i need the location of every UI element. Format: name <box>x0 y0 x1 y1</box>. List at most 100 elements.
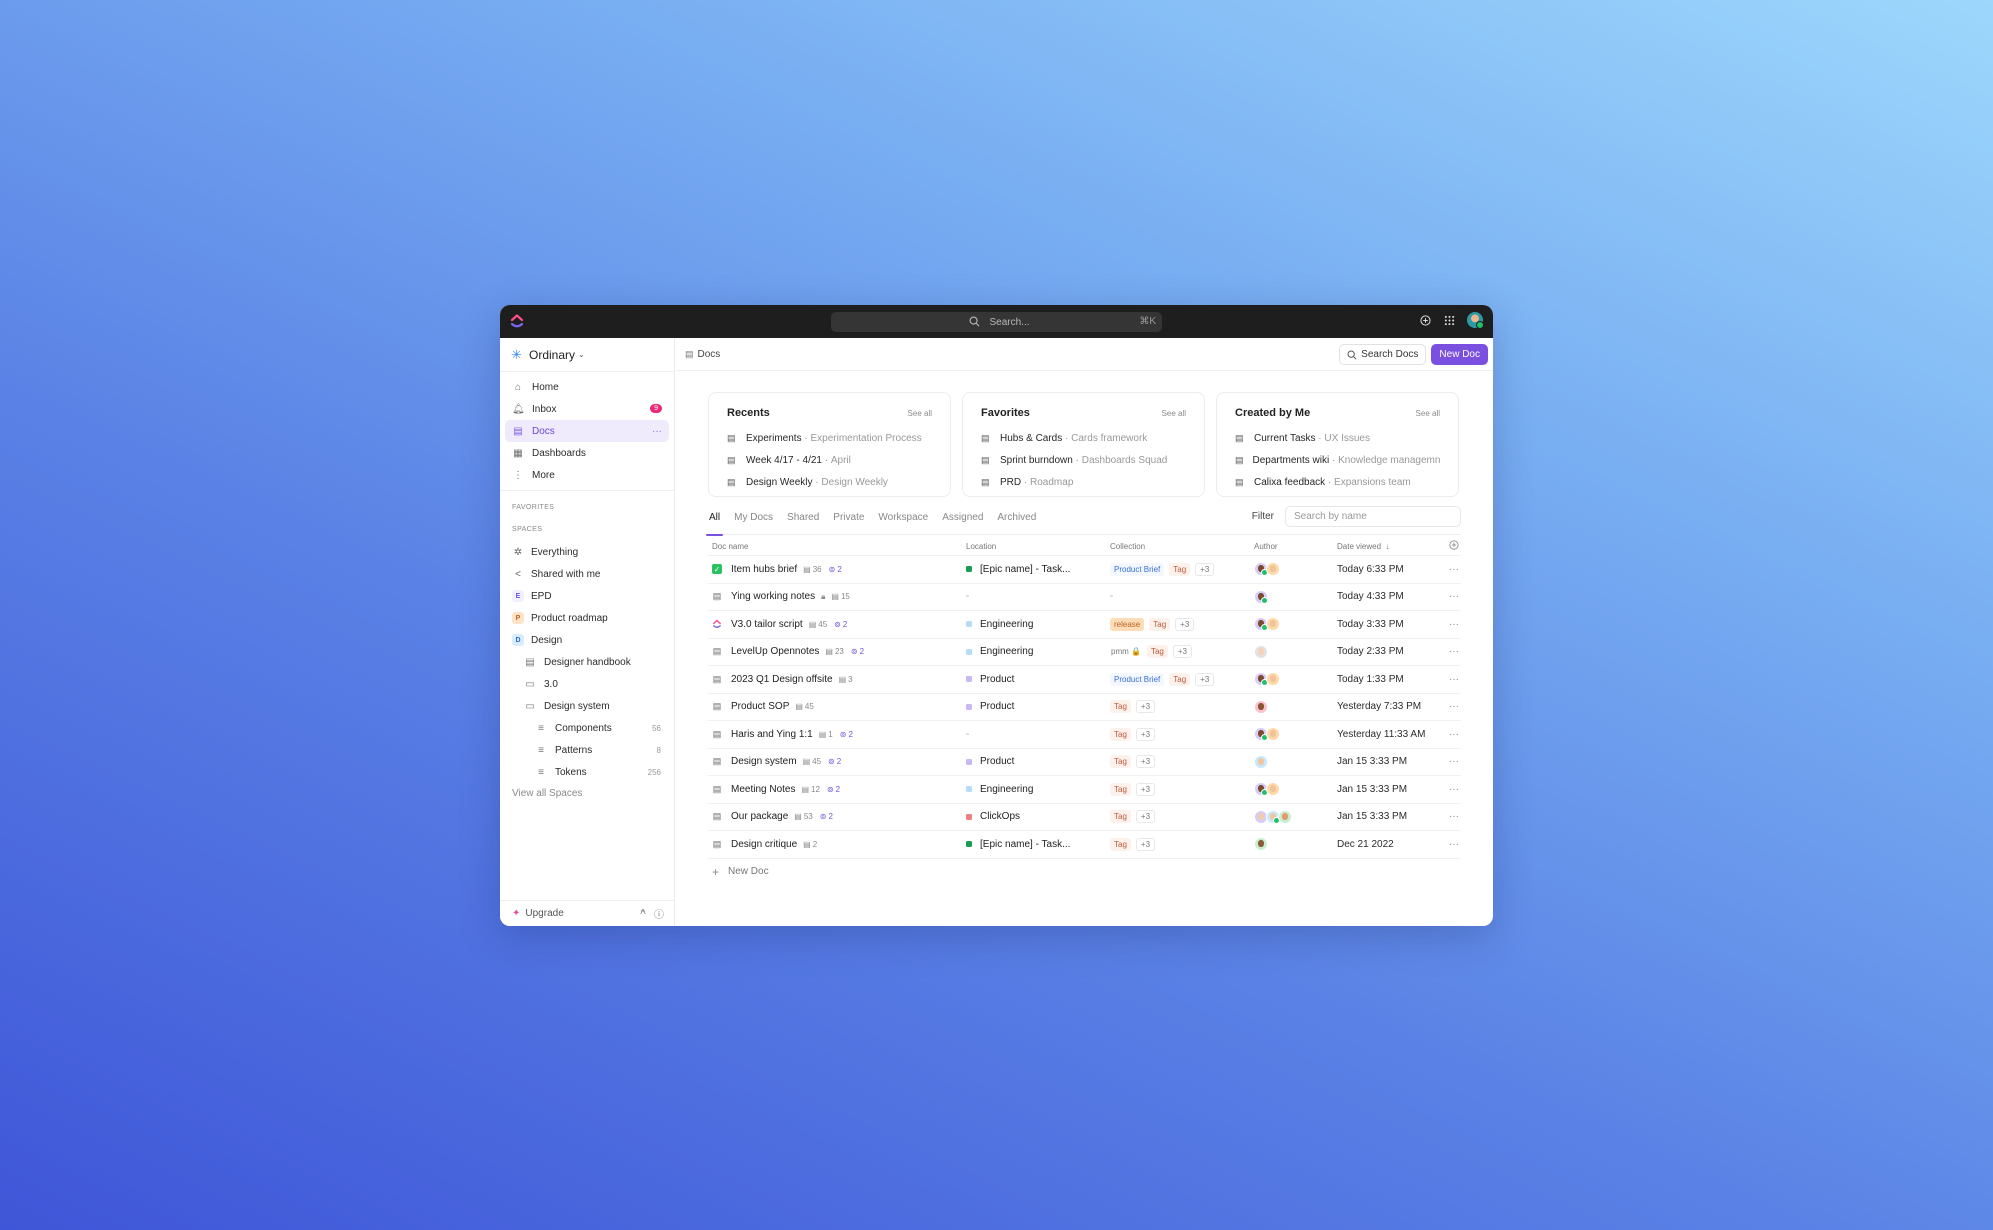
author-avatars[interactable] <box>1254 727 1280 742</box>
breadcrumb[interactable]: Docs <box>698 349 721 360</box>
tab-shared[interactable]: Shared <box>786 511 820 535</box>
favorites-section-label[interactable]: FAVORITES <box>500 497 674 519</box>
table-row[interactable]: ▤ Our package ▤ 53 ⊚ 2 ClickOps Tag +3 Jan 15 3:3… <box>708 804 1461 831</box>
new-doc-button[interactable]: New Doc <box>1431 344 1488 365</box>
tree-item-patterns[interactable]: ≡ Patterns 8 <box>500 739 674 761</box>
spaces-section-label[interactable]: SPACES <box>500 519 674 541</box>
apps-grid-icon[interactable] <box>1443 314 1455 326</box>
sidebar-item-docs[interactable]: ▤ Docs ··· <box>505 420 669 442</box>
card-doc-item[interactable]: ▤ Calixa feedback · Expansions team <box>1235 471 1440 493</box>
collection-chip[interactable]: Tag <box>1169 672 1191 686</box>
collection-chip[interactable]: +3 <box>1135 727 1156 741</box>
collection-chip[interactable]: Tag <box>1110 727 1131 741</box>
doc-location[interactable]: Engineering <box>980 646 1033 657</box>
column-location[interactable]: Location <box>966 542 996 551</box>
row-more-icon[interactable]: ··· <box>1449 564 1459 575</box>
doc-name[interactable]: Item hubs brief <box>731 564 797 575</box>
row-more-icon[interactable]: ··· <box>1449 811 1459 822</box>
column-date-viewed[interactable]: Date viewed ↓ <box>1337 542 1389 551</box>
collection-chip[interactable]: Product Brief <box>1110 562 1165 576</box>
doc-location[interactable]: [Epic name] - Task... <box>980 564 1070 575</box>
filter-button[interactable]: Filter <box>1252 511 1274 522</box>
collection-chip[interactable]: Tag <box>1146 645 1168 659</box>
column-author[interactable]: Author <box>1254 542 1278 551</box>
collection-chip[interactable]: Product Brief <box>1110 672 1165 686</box>
workspace-switcher[interactable]: ✳ Ordinary ⌄ <box>500 338 674 372</box>
tab-private[interactable]: Private <box>832 511 865 535</box>
card-doc-item[interactable]: ▤ Current Tasks · UX Issues <box>1235 427 1440 449</box>
tab-assigned[interactable]: Assigned <box>941 511 984 535</box>
row-more-icon[interactable]: ··· <box>1449 729 1459 740</box>
tree-item-components[interactable]: ≡ Components 56 <box>500 717 674 739</box>
card-doc-item[interactable]: ▤ Sprint burndown · Dashboards Squad <box>981 449 1186 471</box>
add-circle-icon[interactable] <box>1419 314 1431 326</box>
doc-name[interactable]: Our package <box>731 811 788 822</box>
doc-location[interactable]: Product <box>980 756 1014 767</box>
doc-name[interactable]: V3.0 tailor script <box>731 619 803 630</box>
card-doc-item[interactable]: ▤ PRD · Roadmap <box>981 471 1186 493</box>
clickup-logo-icon[interactable] <box>510 313 524 329</box>
collection-chip[interactable]: Tag <box>1110 810 1131 824</box>
card-doc-item[interactable]: ▤ Hubs & Cards · Cards framework <box>981 427 1186 449</box>
author-avatars[interactable] <box>1254 644 1268 659</box>
collection-chip[interactable]: +3 <box>1195 672 1215 686</box>
row-more-icon[interactable]: ··· <box>1449 619 1459 630</box>
sidebar-item-home[interactable]: ⌂ Home <box>505 376 669 398</box>
tab-workspace[interactable]: Workspace <box>877 511 929 535</box>
column-collection[interactable]: Collection <box>1110 542 1145 551</box>
tree-item-3-0[interactable]: ▭ 3.0 <box>500 673 674 695</box>
see-all-link[interactable]: See all <box>908 409 932 418</box>
table-row[interactable]: V3.0 tailor script ▤ 45 ⊚ 2 Engineering releas… <box>708 611 1461 639</box>
space-product-roadmap[interactable]: P Product roadmap <box>500 607 674 629</box>
see-all-link[interactable]: See all <box>1416 409 1440 418</box>
collection-chip[interactable]: Tag <box>1169 562 1191 576</box>
collection-chip[interactable]: +3 <box>1135 755 1156 769</box>
doc-name[interactable]: Product SOP <box>731 701 789 712</box>
table-row[interactable]: ▤ LevelUp Opennotes ▤ 23 ⊚ 2 Engineering pmm 🔒 T… <box>708 639 1461 666</box>
sidebar-item-dashboards[interactable]: ▦ Dashboards <box>505 442 669 464</box>
add-new-doc-row[interactable]: + New Doc <box>708 859 1461 885</box>
upgrade-button[interactable]: Upgrade <box>525 908 563 919</box>
space-shared-with-me[interactable]: < Shared with me <box>500 563 674 585</box>
sidebar-item-more[interactable]: ⋮ More <box>505 464 669 486</box>
collection-chip[interactable]: +3 <box>1135 782 1156 796</box>
doc-location[interactable]: [Epic name] - Task... <box>980 839 1070 850</box>
doc-location[interactable]: Product <box>980 674 1014 685</box>
space-epd[interactable]: E EPD <box>500 585 674 607</box>
card-doc-item[interactable]: ▤ Departments wiki · Knowledge managemnt <box>1235 449 1440 471</box>
collection-chip[interactable]: +3 <box>1135 837 1156 851</box>
search-by-name-input[interactable] <box>1285 506 1461 527</box>
row-more-icon[interactable]: ··· <box>1449 784 1459 795</box>
card-doc-item[interactable]: ▤ Experiments · Experimentation Process <box>727 427 932 449</box>
more-horizontal-icon[interactable]: ··· <box>652 426 662 437</box>
doc-name[interactable]: 2023 Q1 Design offsite <box>731 674 833 685</box>
collection-chip[interactable]: pmm 🔒 <box>1110 645 1142 658</box>
row-more-icon[interactable]: ··· <box>1449 591 1459 602</box>
author-avatars[interactable] <box>1254 672 1280 687</box>
space-everything[interactable]: ✲ Everything <box>500 541 674 563</box>
author-avatars[interactable] <box>1254 699 1268 714</box>
author-avatars[interactable] <box>1254 617 1280 632</box>
table-row[interactable]: ▤ Meeting Notes ▤ 12 ⊚ 2 Engineering Tag +3 Jan 1… <box>708 776 1461 804</box>
tab-archived[interactable]: Archived <box>996 511 1037 535</box>
doc-name[interactable]: Design system <box>731 756 797 767</box>
doc-name[interactable]: Ying working notes <box>731 591 815 602</box>
author-avatars[interactable] <box>1254 754 1268 769</box>
row-more-icon[interactable]: ··· <box>1449 701 1459 712</box>
search-docs-button[interactable]: Search Docs <box>1339 344 1427 365</box>
table-row[interactable]: ▤ 2023 Q1 Design offsite ▤ 3 Product Product … <box>708 666 1461 694</box>
doc-name[interactable]: Design critique <box>731 839 797 850</box>
tab-all[interactable]: All <box>705 511 724 536</box>
collection-chip[interactable]: +3 <box>1195 562 1215 576</box>
author-avatars[interactable] <box>1254 782 1280 797</box>
collection-chip[interactable]: +3 <box>1172 645 1192 659</box>
add-column-icon[interactable] <box>1449 540 1459 552</box>
tab-my-docs[interactable]: My Docs <box>733 511 774 535</box>
collection-chip[interactable]: Tag <box>1110 700 1131 714</box>
tree-item-design-system[interactable]: ▭ Design system <box>500 695 674 717</box>
doc-location[interactable]: Engineering <box>980 619 1033 630</box>
sidebar-item-inbox[interactable]: 🔔︎ Inbox 9 <box>505 398 669 420</box>
card-doc-item[interactable]: ▤ Week 4/17 - 4/21 · April <box>727 449 932 471</box>
table-row[interactable]: ▤ Ying working notes 🔒︎ ▤ 15- - Today 4:33 PM ·… <box>708 584 1461 611</box>
doc-name[interactable]: Meeting Notes <box>731 784 795 795</box>
